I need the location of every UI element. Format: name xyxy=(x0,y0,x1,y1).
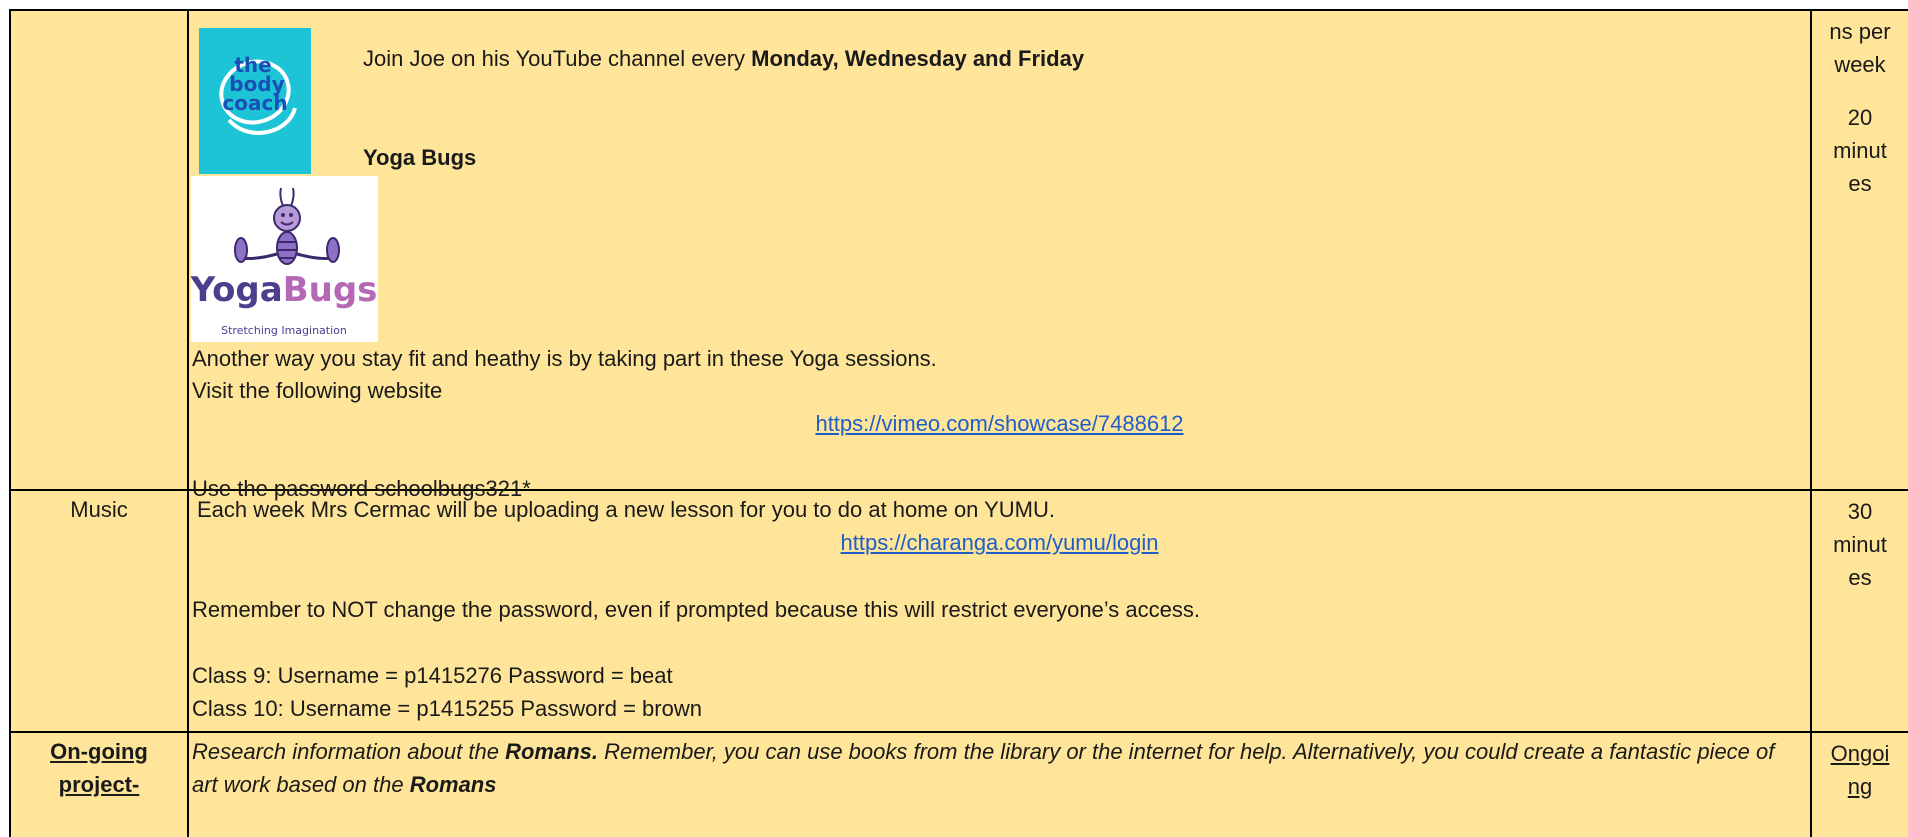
minutes-text: es xyxy=(1848,565,1872,590)
bodycoach-schedule-prefix: Join Joe on his YouTube channel every xyxy=(363,46,752,71)
music-password-warning: Remember to NOT change the password, eve… xyxy=(192,597,1200,622)
minutes-text: ns per xyxy=(1829,19,1891,44)
subject-label: project- xyxy=(58,772,140,797)
yoga-vimeo-link[interactable]: https://vimeo.com/showcase/7488612 xyxy=(815,411,1183,436)
subject-label: On-going xyxy=(50,739,148,764)
project-topic: Romans. xyxy=(505,739,598,764)
table-row-project: On-going project- Research information a… xyxy=(9,731,1908,837)
minutes-text: week xyxy=(1834,52,1886,77)
ongoing-link[interactable]: ng xyxy=(1812,770,1908,803)
yogabugs-tagline: Stretching Imagination xyxy=(221,324,347,337)
minutes-text: 30 xyxy=(1847,499,1873,524)
minutes-cell-music: 30 minut es xyxy=(1810,489,1908,733)
subject-label: Music xyxy=(70,497,128,522)
yoga-visit-text: Visit the following website xyxy=(192,378,443,403)
svg-text:YogaBugs: YogaBugs xyxy=(191,270,377,310)
yoga-description: Another way you stay fit and heathy is b… xyxy=(192,346,937,371)
document-page: the body coach Join Joe on his YouTube c… xyxy=(0,0,1908,837)
timetable: the body coach Join Joe on his YouTube c… xyxy=(9,9,1908,837)
yoga-heading: Yoga Bugs xyxy=(363,145,477,170)
subject-cell-project: On-going project- xyxy=(9,731,189,837)
minutes-text: 20 xyxy=(1847,105,1873,130)
ongoing-link[interactable]: Ongoi xyxy=(1812,737,1908,770)
music-intro: Each week Mrs Cermac will be uploading a… xyxy=(197,497,1056,522)
yogabugs-logo: YogaBugs Stretching Imagination xyxy=(190,176,378,342)
subject-cell-music: Music xyxy=(9,489,189,733)
minutes-cell-pe: ns per week 20 minut es xyxy=(1810,9,1908,491)
table-row-music: Music Each week Mrs Cermac will be uploa… xyxy=(9,489,1908,733)
minutes-text: minut xyxy=(1833,138,1887,163)
content-cell-project: Research information about the Romans. R… xyxy=(187,731,1812,837)
content-cell-music: Each week Mrs Cermac will be uploading a… xyxy=(187,489,1812,733)
project-text: Research information about the xyxy=(192,739,506,764)
class10-credentials: Class 10: Username = p1415255 Password =… xyxy=(192,696,702,721)
table-row-pe: the body coach Join Joe on his YouTube c… xyxy=(9,9,1908,501)
project-description: Research information about the Romans. R… xyxy=(189,733,1810,801)
yumu-login-link[interactable]: https://charanga.com/yumu/login xyxy=(841,530,1159,555)
minutes-text: es xyxy=(1848,171,1872,196)
bodycoach-schedule-days: Monday, Wednesday and Friday xyxy=(751,46,1085,71)
minutes-text: minut xyxy=(1833,532,1887,557)
bodycoach-schedule: Join Joe on his YouTube channel every Mo… xyxy=(363,42,1084,75)
project-topic: Romans xyxy=(409,772,497,797)
bodycoach-logo: the body coach xyxy=(199,28,311,174)
content-cell-pe: the body coach Join Joe on his YouTube c… xyxy=(187,9,1812,501)
svg-text:coach: coach xyxy=(222,91,287,115)
subject-cell-empty xyxy=(9,9,189,491)
minutes-cell-project: Ongoi ng xyxy=(1810,731,1908,837)
class9-credentials: Class 9: Username = p1415276 Password = … xyxy=(192,663,673,688)
